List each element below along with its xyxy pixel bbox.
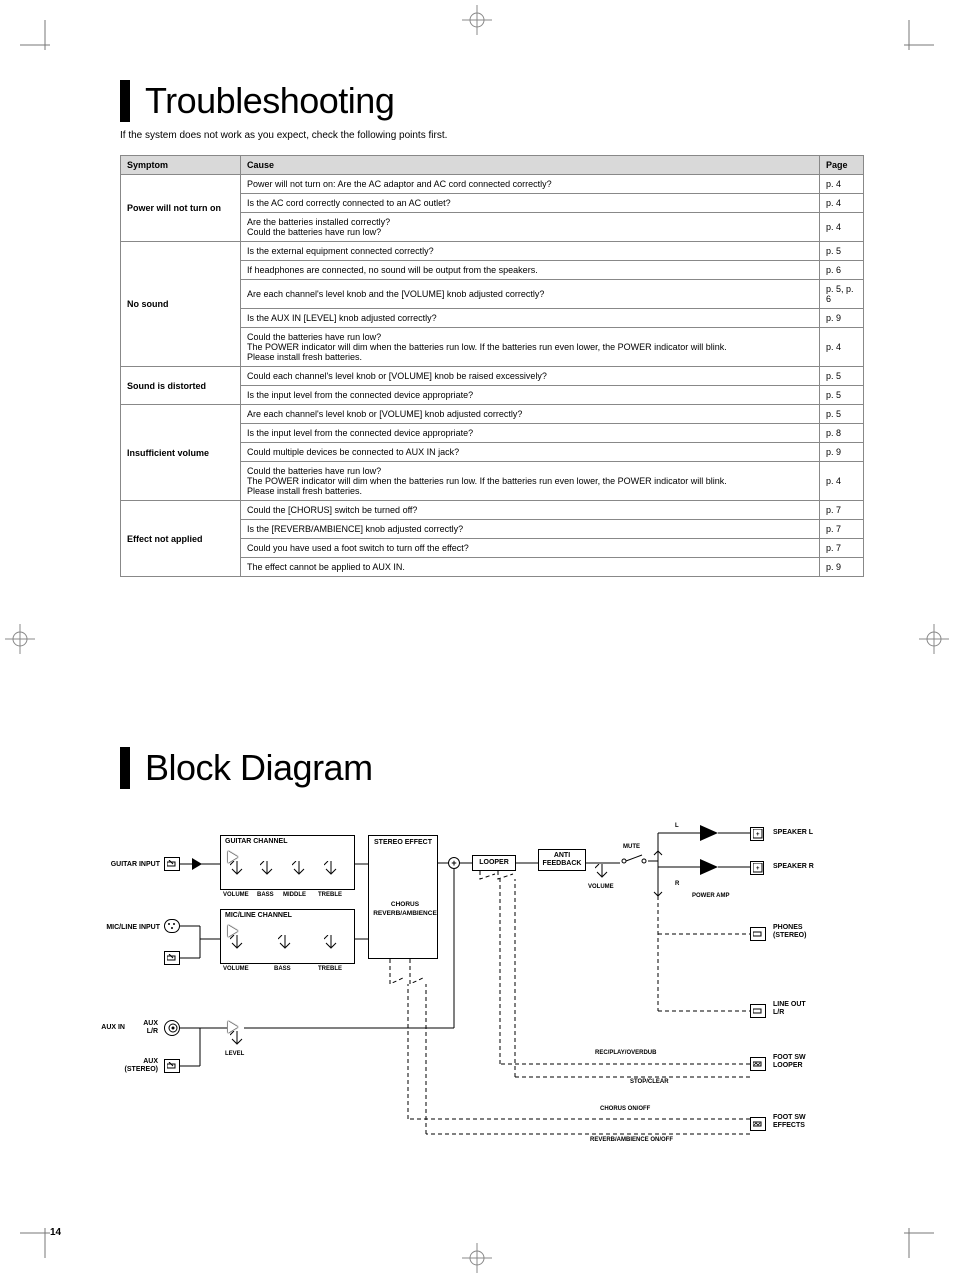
registration-mark bbox=[462, 5, 492, 35]
symptom-cell: Effect not applied bbox=[121, 501, 241, 577]
page-cell: p. 9 bbox=[820, 558, 864, 577]
cause-cell: Are each channel's level knob and the [V… bbox=[241, 280, 820, 309]
page-cell: p. 9 bbox=[820, 443, 864, 462]
page-cell: p. 6 bbox=[820, 261, 864, 280]
rec-play-label: REC/PLAY/OVERDUB bbox=[595, 1050, 656, 1057]
crop-mark bbox=[904, 20, 934, 50]
symptom-cell: No sound bbox=[121, 242, 241, 367]
page-cell: p. 5 bbox=[820, 386, 864, 405]
cause-cell: Could multiple devices be connected to A… bbox=[241, 443, 820, 462]
page-cell: p. 4 bbox=[820, 462, 864, 501]
cause-cell: Is the [REVERB/AMBIENCE] knob adjusted c… bbox=[241, 520, 820, 539]
page-cell: p. 7 bbox=[820, 539, 864, 558]
stop-clear-label: STOP/CLEAR bbox=[630, 1079, 669, 1086]
th-symptom: Symptom bbox=[121, 156, 241, 175]
registration-mark bbox=[5, 624, 35, 654]
cause-cell: Power will not turn on: Are the AC adapt… bbox=[241, 175, 820, 194]
block-diagram: GUITAR INPUT MIC/LINE INPUT AUX IN AUX L… bbox=[100, 819, 860, 1179]
th-cause: Cause bbox=[241, 156, 820, 175]
cause-cell: Could you have used a foot switch to tur… bbox=[241, 539, 820, 558]
cause-cell: Is the external equipment connected corr… bbox=[241, 242, 820, 261]
chorus-onoff-label: CHORUS ON/OFF bbox=[600, 1106, 650, 1113]
block-diagram-heading: Block Diagram bbox=[120, 747, 864, 789]
page-cell: p. 4 bbox=[820, 328, 864, 367]
page-number: 14 bbox=[50, 1227, 61, 1238]
dashed-wires bbox=[100, 819, 860, 1179]
page-cell: p. 8 bbox=[820, 424, 864, 443]
cause-cell: The effect cannot be applied to AUX IN. bbox=[241, 558, 820, 577]
cause-cell: If headphones are connected, no sound wi… bbox=[241, 261, 820, 280]
th-page: Page bbox=[820, 156, 864, 175]
crop-mark bbox=[20, 20, 50, 50]
cause-cell: Is the AUX IN [LEVEL] knob adjusted corr… bbox=[241, 309, 820, 328]
page-cell: p. 5 bbox=[820, 405, 864, 424]
troubleshooting-table: Symptom Cause Page Power will not turn o… bbox=[120, 155, 864, 577]
registration-mark bbox=[919, 624, 949, 654]
reverb-onoff-label: REVERB/AMBIENCE ON/OFF bbox=[590, 1137, 673, 1144]
page-cell: p. 5 bbox=[820, 367, 864, 386]
cause-cell: Is the input level from the connected de… bbox=[241, 386, 820, 405]
symptom-cell: Sound is distorted bbox=[121, 367, 241, 405]
cause-cell: Could the [CHORUS] switch be turned off? bbox=[241, 501, 820, 520]
page-cell: p. 9 bbox=[820, 309, 864, 328]
page-cell: p. 5, p. 6 bbox=[820, 280, 864, 309]
page-cell: p. 4 bbox=[820, 194, 864, 213]
registration-mark bbox=[462, 1243, 492, 1273]
page-cell: p. 4 bbox=[820, 213, 864, 242]
table-row: Effect not appliedCould the [CHORUS] swi… bbox=[121, 501, 864, 520]
cause-cell: Is the AC cord correctly connected to an… bbox=[241, 194, 820, 213]
symptom-cell: Power will not turn on bbox=[121, 175, 241, 242]
troubleshooting-heading: Troubleshooting bbox=[120, 80, 864, 122]
crop-mark bbox=[20, 1228, 50, 1258]
page-cell: p. 4 bbox=[820, 175, 864, 194]
table-row: Insufficient volumeAre each channel's le… bbox=[121, 405, 864, 424]
table-row: No soundIs the external equipment connec… bbox=[121, 242, 864, 261]
table-row: Power will not turn onPower will not tur… bbox=[121, 175, 864, 194]
cause-cell: Could each channel's level knob or [VOLU… bbox=[241, 367, 820, 386]
cause-cell: Is the input level from the connected de… bbox=[241, 424, 820, 443]
troubleshooting-intro: If the system does not work as you expec… bbox=[120, 130, 864, 141]
symptom-cell: Insufficient volume bbox=[121, 405, 241, 501]
cause-cell: Are the batteries installed correctly? C… bbox=[241, 213, 820, 242]
table-row: Sound is distortedCould each channel's l… bbox=[121, 367, 864, 386]
page-cell: p. 5 bbox=[820, 242, 864, 261]
page-cell: p. 7 bbox=[820, 501, 864, 520]
page-cell: p. 7 bbox=[820, 520, 864, 539]
cause-cell: Are each channel's level knob or [VOLUME… bbox=[241, 405, 820, 424]
cause-cell: Could the batteries have run low? The PO… bbox=[241, 328, 820, 367]
cause-cell: Could the batteries have run low? The PO… bbox=[241, 462, 820, 501]
crop-mark bbox=[904, 1228, 934, 1258]
